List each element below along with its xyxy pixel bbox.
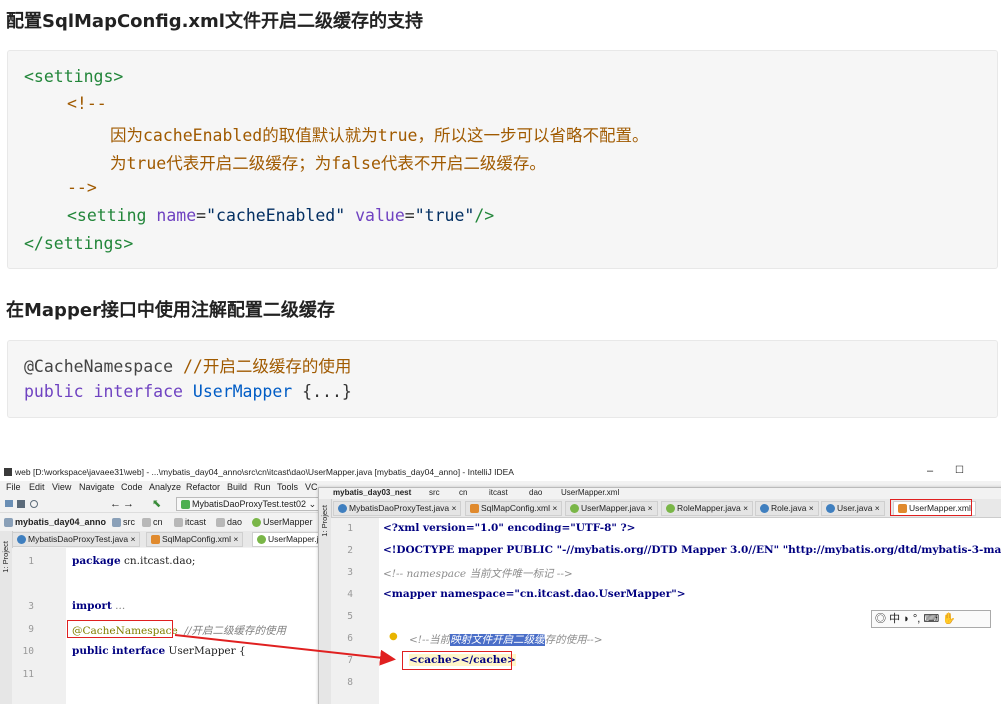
code-token: interface [93, 382, 183, 401]
code-block-settings: <settings> <!-- 因为cacheEnabled的取值默认就为tru… [7, 50, 998, 269]
code-line: <setting name="cacheEnabled" value="true… [67, 206, 494, 225]
code-line: <settings> [24, 67, 124, 86]
code-line: public interface UserMapper {...} [24, 382, 352, 401]
code-token: = [404, 206, 415, 225]
section-heading-mapper-annotation: 在Mapper接口中使用注解配置二级缓存 [6, 300, 335, 321]
code-token: //开启二级缓存的使用 [173, 357, 352, 376]
annotation-arrow [174, 634, 396, 666]
code-token: "true" [414, 206, 475, 225]
code-token: @CacheNamespace [24, 357, 174, 376]
code-token: public [24, 382, 84, 401]
code-token: "cacheEnabled" [206, 206, 346, 225]
code-token: name [156, 206, 197, 225]
code-token: {...} [292, 382, 352, 401]
code-token: /> [474, 206, 495, 225]
ide-screenshot: web [D:\workspace\javaee31\web] - ...\my… [0, 463, 1001, 704]
code-token: UserMapper [192, 382, 293, 401]
code-line: 因为cacheEnabled的取值默认就为true，所以这一步可以省略不配置。 [110, 126, 649, 145]
code-token: <setting [67, 206, 157, 225]
code-line: --> [67, 178, 97, 197]
code-token: = [196, 206, 207, 225]
code-line: 为true代表开启二级缓存；为false代表不开启二级缓存。 [110, 154, 546, 173]
code-token: value [345, 206, 405, 225]
code-block-mapper: @CacheNamespace //开启二级缓存的使用 public inter… [7, 340, 998, 418]
code-line: </settings> [24, 234, 134, 253]
section-heading-sqlmapconfig: 配置SqlMapConfig.xml文件开启二级缓存的支持 [6, 11, 423, 32]
code-line: @CacheNamespace //开启二级缓存的使用 [24, 353, 351, 377]
code-line: <!-- [67, 94, 107, 113]
